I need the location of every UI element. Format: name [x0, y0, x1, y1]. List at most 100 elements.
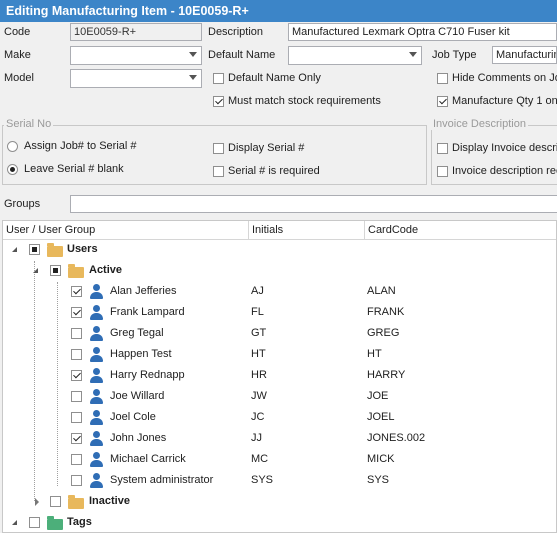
tree-row-inactive[interactable]: Inactive	[3, 491, 556, 512]
default-name-select[interactable]	[288, 46, 422, 65]
user-initials: HR	[251, 369, 267, 381]
user-name: John Jones	[110, 432, 167, 444]
user-checkbox[interactable]	[71, 307, 82, 318]
user-checkbox[interactable]	[71, 454, 82, 465]
description-label: Description	[208, 26, 264, 38]
user-cardcode: ALAN	[367, 285, 396, 297]
leave-serial-blank-label: Leave Serial # blank	[24, 163, 124, 175]
tag-folder-icon	[47, 516, 63, 530]
code-field[interactable]: 10E0059-R+	[70, 23, 202, 41]
job-type-select[interactable]: Manufacturin	[492, 46, 557, 64]
chevron-down-icon	[189, 52, 197, 57]
display-invoice-checkbox[interactable]	[437, 143, 448, 154]
user-checkbox[interactable]	[71, 412, 82, 423]
must-match-checkbox[interactable]	[213, 96, 224, 107]
user-initials: FL	[251, 306, 264, 318]
window-title: Editing Manufacturing Item - 10E0059-R+	[0, 0, 557, 22]
user-icon	[89, 452, 103, 467]
user-name: Harry Rednapp	[110, 369, 185, 381]
display-invoice-label: Display Invoice descri	[452, 142, 557, 154]
user-icon	[89, 473, 103, 488]
default-name-only-label: Default Name Only	[228, 72, 321, 84]
table-row[interactable]: Joe Willard JW JOE	[3, 386, 556, 407]
column-header-initials[interactable]: Initials	[249, 221, 365, 239]
column-header-cardcode[interactable]: CardCode	[365, 221, 556, 239]
user-cardcode: JOE	[367, 390, 389, 402]
manufacture-qty-checkbox[interactable]	[437, 96, 448, 107]
default-name-only-checkbox[interactable]	[213, 73, 224, 84]
table-row[interactable]: System administrator SYS SYS	[3, 470, 556, 491]
groups-field[interactable]	[70, 195, 557, 213]
table-row[interactable]: Michael Carrick MC MICK	[3, 449, 556, 470]
assign-serial-label: Assign Job# to Serial #	[24, 140, 137, 152]
active-checkbox[interactable]	[50, 265, 61, 276]
user-group-grid: User / User Group Initials CardCode User…	[2, 220, 557, 533]
make-select[interactable]	[70, 46, 202, 65]
serial-required-label: Serial # is required	[228, 165, 320, 177]
users-checkbox[interactable]	[29, 244, 40, 255]
description-field[interactable]: Manufactured Lexmark Optra C710 Fuser ki…	[288, 23, 557, 41]
table-row[interactable]: Greg Tegal GT GREG	[3, 323, 556, 344]
table-row[interactable]: Harry Rednapp HR HARRY	[3, 365, 556, 386]
tags-label: Tags	[67, 516, 92, 528]
model-select[interactable]	[70, 69, 202, 88]
user-cardcode: HARRY	[367, 369, 406, 381]
folder-icon	[47, 243, 63, 257]
manufacture-qty-label: Manufacture Qty 1 on	[452, 95, 557, 107]
user-cardcode: MICK	[367, 453, 395, 465]
table-row[interactable]: Joel Cole JC JOEL	[3, 407, 556, 428]
hide-comments-label: Hide Comments on Jol	[452, 72, 557, 84]
expand-icon[interactable]	[35, 498, 39, 506]
collapse-icon[interactable]	[33, 268, 38, 273]
column-header-user-group[interactable]: User / User Group	[3, 221, 249, 239]
inactive-checkbox[interactable]	[50, 496, 61, 507]
user-icon	[89, 410, 103, 425]
user-cardcode: SYS	[367, 474, 390, 486]
user-icon	[89, 431, 103, 446]
invoice-required-checkbox[interactable]	[437, 166, 448, 177]
user-icon	[89, 326, 103, 341]
tree-row-active[interactable]: Active	[3, 260, 556, 281]
user-initials: MC	[251, 453, 269, 465]
inactive-label: Inactive	[89, 495, 130, 507]
job-type-label: Job Type	[432, 49, 477, 61]
user-initials: GT	[251, 327, 267, 339]
model-label: Model	[4, 72, 34, 84]
user-cardcode: JOEL	[367, 411, 395, 423]
user-name: Frank Lampard	[110, 306, 185, 318]
user-checkbox[interactable]	[71, 370, 82, 381]
display-serial-checkbox[interactable]	[213, 143, 224, 154]
folder-icon	[68, 264, 84, 278]
user-checkbox[interactable]	[71, 433, 82, 444]
chevron-down-icon	[409, 52, 417, 57]
user-initials: SYS	[251, 474, 274, 486]
user-name: Joe Willard	[110, 390, 165, 402]
tree-row-tags[interactable]: Tags	[3, 512, 556, 532]
user-initials: JJ	[251, 432, 262, 444]
collapse-icon[interactable]	[12, 247, 17, 252]
hide-comments-checkbox[interactable]	[437, 73, 448, 84]
serial-no-title: Serial No	[4, 118, 54, 130]
chevron-down-icon	[189, 75, 197, 80]
invoice-required-label: Invoice description rec	[452, 165, 557, 177]
assign-serial-radio[interactable]	[7, 141, 18, 152]
folder-icon	[68, 495, 84, 509]
table-row[interactable]: Alan Jefferies AJ ALAN	[3, 281, 556, 302]
table-row[interactable]: John Jones JJ JONES.002	[3, 428, 556, 449]
user-name: Happen Test	[110, 348, 172, 360]
collapse-icon[interactable]	[12, 520, 17, 525]
table-row[interactable]: Happen Test HT HT	[3, 344, 556, 365]
user-initials: JC	[251, 411, 265, 423]
leave-serial-blank-radio[interactable]	[7, 164, 18, 175]
user-name: Greg Tegal	[110, 327, 164, 339]
tree-row-users[interactable]: Users	[3, 239, 556, 260]
user-checkbox[interactable]	[71, 475, 82, 486]
user-checkbox[interactable]	[71, 286, 82, 297]
tags-checkbox[interactable]	[29, 517, 40, 528]
groups-label: Groups	[4, 198, 41, 210]
user-checkbox[interactable]	[71, 391, 82, 402]
user-checkbox[interactable]	[71, 328, 82, 339]
table-row[interactable]: Frank Lampard FL FRANK	[3, 302, 556, 323]
user-checkbox[interactable]	[71, 349, 82, 360]
serial-required-checkbox[interactable]	[213, 166, 224, 177]
